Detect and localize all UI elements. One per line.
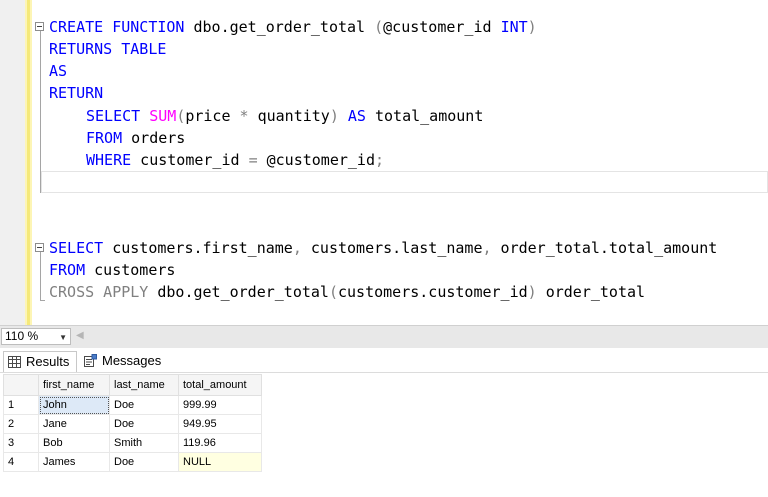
code-line-select-customers: SELECT customers.first_name, customers.l… [49, 239, 718, 257]
row-number[interactable]: 1 [3, 395, 39, 415]
row-number[interactable]: 4 [3, 452, 39, 472]
zoom-value: 110 % [5, 329, 39, 343]
messages-icon [84, 354, 97, 367]
code-line-from-customers: FROM customers [49, 261, 176, 279]
table-cell[interactable]: James [38, 452, 110, 472]
collapse-function-icon[interactable] [35, 22, 44, 31]
table-cell[interactable]: 119.96 [178, 433, 262, 453]
table-cell[interactable]: Bob [38, 433, 110, 453]
table-cell[interactable]: Doe [109, 414, 179, 434]
row-number[interactable]: 2 [3, 414, 39, 434]
tab-results-label: Results [26, 354, 70, 369]
chevron-down-icon: ▼ [59, 333, 67, 342]
scroll-left-arrow-icon[interactable]: ◀ [76, 330, 84, 341]
zoom-dropdown[interactable]: 110 % ▼ [1, 328, 71, 345]
table-cell[interactable]: Doe [109, 395, 179, 415]
collapse-query-icon[interactable] [35, 243, 44, 252]
editor-status-strip: 110 % ▼ ◀ [0, 325, 768, 348]
table-header-row: first_name last_name total_amount [3, 374, 262, 396]
table-row: 2 Jane Doe 949.95 [3, 414, 262, 434]
fold-guide-line [40, 252, 41, 300]
table-cell[interactable]: 949.95 [178, 414, 262, 434]
code-line-cross-apply: CROSS APPLY dbo.get_order_total(customer… [49, 283, 646, 301]
tab-messages[interactable]: Messages [80, 351, 172, 372]
code-line-where: WHERE customer_id = @customer_id; [86, 151, 385, 169]
change-tracking-marker [27, 0, 30, 325]
code-line-returns: RETURNS TABLE [49, 40, 167, 58]
table-cell[interactable]: Jane [38, 414, 110, 434]
table-cell-null[interactable]: NULL [178, 452, 262, 472]
current-line-highlight [41, 171, 768, 193]
table-row: 3 Bob Smith 119.96 [3, 433, 262, 453]
fold-guide-end [40, 300, 45, 301]
column-header[interactable]: total_amount [178, 374, 262, 396]
tab-messages-label: Messages [102, 353, 162, 368]
grid-icon [8, 356, 21, 368]
results-table: first_name last_name total_amount 1 John… [3, 374, 262, 472]
table-cell[interactable]: John [38, 395, 110, 415]
fold-guide-line [40, 31, 41, 192]
results-grid[interactable]: first_name last_name total_amount 1 John… [0, 373, 768, 497]
sql-editor[interactable]: CREATE FUNCTION dbo.get_order_total (@cu… [0, 0, 768, 325]
table-row: 1 John Doe 999.99 [3, 395, 262, 415]
row-number[interactable]: 3 [3, 433, 39, 453]
results-tab-bar: Results Messages [0, 348, 768, 373]
column-header[interactable]: first_name [38, 374, 110, 396]
code-line-return: RETURN [49, 84, 104, 102]
code-line-create-function: CREATE FUNCTION dbo.get_order_total (@cu… [49, 18, 537, 36]
table-cell[interactable]: Doe [109, 452, 179, 472]
table-cell[interactable]: Smith [109, 433, 179, 453]
code-line-select-sum: SELECT SUM(price * quantity) AS total_am… [86, 107, 484, 125]
column-header[interactable]: last_name [109, 374, 179, 396]
code-line-from-orders: FROM orders [86, 129, 186, 147]
tab-results[interactable]: Results [3, 351, 77, 372]
editor-gutter [0, 0, 25, 325]
code-line-as: AS [49, 62, 68, 80]
grid-corner-cell[interactable] [3, 374, 39, 396]
table-row: 4 James Doe NULL [3, 452, 262, 472]
table-cell[interactable]: 999.99 [178, 395, 262, 415]
